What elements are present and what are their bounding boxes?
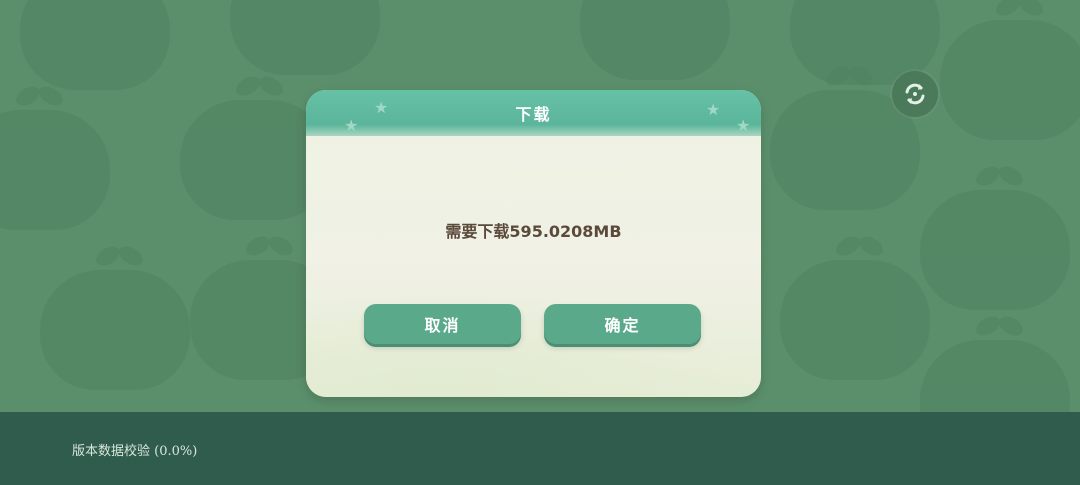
download-size-message: 需要下载595.0208MB xyxy=(445,222,622,241)
mascot-decoration xyxy=(920,340,1070,412)
mascot-decoration xyxy=(20,0,170,90)
sync-button[interactable] xyxy=(892,71,938,117)
status-bar: 版本数据校验 (0.0%) xyxy=(0,412,1080,485)
mascot-decoration xyxy=(230,0,380,75)
mascot-decoration xyxy=(940,20,1080,140)
mascot-decoration xyxy=(0,110,110,230)
cancel-button-label: 取消 xyxy=(424,316,461,335)
star-icon: ★ xyxy=(736,116,751,135)
dialog-title: 下载 xyxy=(515,105,552,124)
version-check-status: 版本数据校验 (0.0%) xyxy=(72,444,198,459)
mascot-decoration xyxy=(40,270,190,390)
dialog-header: ★ ★ ★ ★ 下载 xyxy=(306,90,761,136)
mascot-decoration xyxy=(920,190,1070,310)
cancel-button[interactable]: 取消 xyxy=(364,304,521,344)
download-dialog: ★ ★ ★ ★ 下载 需要下载595.0208MB 取消 确定 xyxy=(306,90,761,397)
star-icon: ★ xyxy=(706,100,721,119)
sync-icon xyxy=(905,83,925,105)
mascot-decoration xyxy=(780,260,930,380)
confirm-button[interactable]: 确定 xyxy=(544,304,701,344)
confirm-button-label: 确定 xyxy=(604,316,641,335)
mascot-decoration xyxy=(580,0,730,80)
star-icon: ★ xyxy=(374,98,389,117)
star-icon: ★ xyxy=(344,116,359,135)
